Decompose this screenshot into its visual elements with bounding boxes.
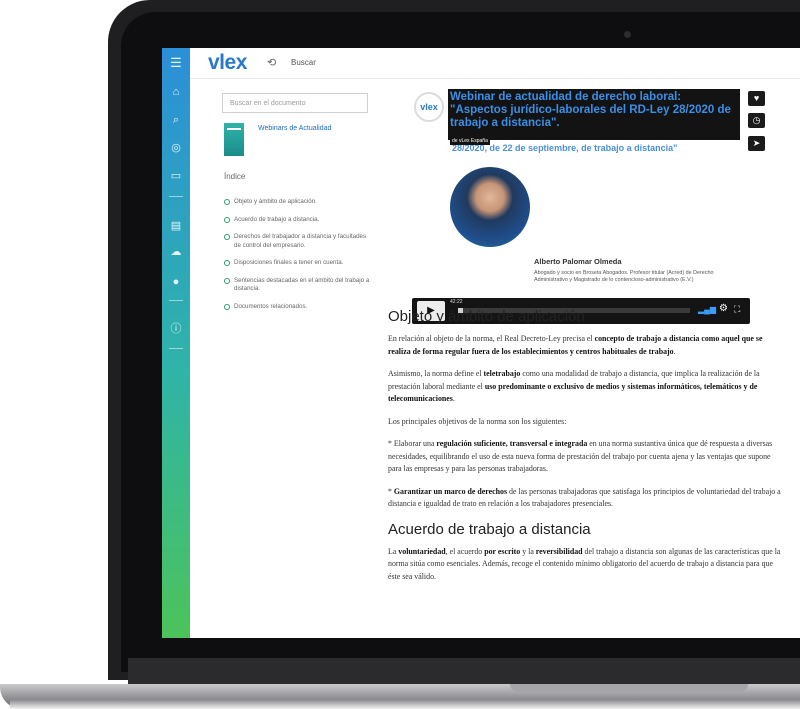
vlex-badge: vlex xyxy=(414,92,444,122)
menu-icon[interactable]: ☰ xyxy=(162,56,190,69)
sidebar-divider xyxy=(169,196,183,197)
vlex-logo[interactable]: vlex xyxy=(208,51,247,75)
share-icon[interactable]: ➤ xyxy=(748,136,765,151)
index-item[interactable]: Acuerdo de trabajo a distancia. xyxy=(224,216,374,225)
bulb-icon[interactable]: ● xyxy=(162,276,190,288)
paragraph: La voluntariedad, el acuerdo por escrito… xyxy=(388,546,781,581)
paragraph: Asimismo, la norma define el teletrabajo… xyxy=(388,369,760,403)
paragraph: Los principales objetivos de la norma so… xyxy=(388,416,567,426)
speaker-description: Abogado y socio en Broseta Abogados. Pro… xyxy=(534,270,714,283)
paragraph: * Garantizar un marco de derechos de las… xyxy=(388,486,781,509)
document-search-input[interactable]: Buscar en el documento xyxy=(222,93,368,113)
webinar-subtitle: de vLex España xyxy=(450,137,490,145)
home-icon[interactable]: ⌂ xyxy=(162,86,190,98)
index-item[interactable]: Objeto y ámbito de aplicación. xyxy=(224,198,374,207)
index-item[interactable]: Derechos del trabajador a distancia y fa… xyxy=(224,233,374,250)
search-icon[interactable]: ⌕ xyxy=(162,114,190,126)
compass-icon[interactable]: ◎ xyxy=(162,142,190,154)
index-bullet-icon xyxy=(224,277,230,284)
header: vlex ⟲ Buscar xyxy=(190,48,800,79)
screen: ☰ ⌂ ⌕ ◎ ▭ ▤ ☁ ● ⓘ vlex ⟲ Buscar Buscar e… xyxy=(162,48,800,638)
speaker-name: Alberto Palomar Olmeda xyxy=(534,257,622,266)
time-label: 42:22 xyxy=(450,299,463,305)
laptop-shadow xyxy=(10,700,800,709)
paragraph: * Elaborar una regulación suficiente, tr… xyxy=(388,439,773,473)
index-item[interactable]: Disposiciones finales a tener en cuenta. xyxy=(224,259,374,268)
webinar-overlay-title: 28/2020, de 22 de septiembre, de trabajo… xyxy=(452,143,678,153)
document-title[interactable]: Webinars de Actualidad xyxy=(258,125,331,132)
index-item[interactable]: Documentos relacionados. xyxy=(224,303,374,312)
webinar-title: Webinar de actualidad de derecho laboral… xyxy=(450,91,731,129)
folder-icon[interactable]: ▭ xyxy=(162,170,190,182)
laptop-chin xyxy=(128,658,800,686)
webinar-video[interactable]: vlex 28/2020, de 22 de septiembre, de tr… xyxy=(412,86,768,324)
index-bullet-icon xyxy=(224,216,230,223)
index-bullet-icon xyxy=(224,199,230,205)
index-bullet-icon xyxy=(224,260,230,266)
clock-icon[interactable]: ◷ xyxy=(748,113,765,128)
article: Objeto y ámbito de aplicación En relació… xyxy=(388,308,786,593)
index-bullet-icon xyxy=(224,234,230,240)
sidebar: ☰ ⌂ ⌕ ◎ ▭ ▤ ☁ ● ⓘ xyxy=(162,48,190,638)
sidebar-divider xyxy=(169,300,183,301)
info-icon[interactable]: ⓘ xyxy=(162,323,190,335)
heart-icon[interactable]: ♥ xyxy=(748,91,765,106)
document-cover[interactable] xyxy=(224,123,244,156)
sidebar-divider xyxy=(169,348,183,349)
camera xyxy=(624,31,631,38)
index-item[interactable]: Sentencias destacadas en el ámbito del t… xyxy=(224,277,374,294)
laptop-notch xyxy=(510,684,748,692)
section-heading: Acuerdo de trabajo a distancia xyxy=(388,520,591,538)
cloud-icon[interactable]: ☁ xyxy=(162,246,190,258)
index-bullet-icon xyxy=(224,303,230,310)
history-icon[interactable]: ⟲ xyxy=(267,56,276,69)
speaker-photo xyxy=(450,167,530,247)
section-heading: Objeto y ámbito de aplicación xyxy=(388,308,585,325)
index-title: Índice xyxy=(224,172,246,181)
search-link[interactable]: Buscar xyxy=(291,58,316,67)
paragraph: En relación al objeto de la norma, el Re… xyxy=(388,334,763,356)
index-list: Objeto y ámbito de aplicación. Acuerdo d… xyxy=(224,198,374,320)
book-icon[interactable]: ▤ xyxy=(162,220,190,232)
